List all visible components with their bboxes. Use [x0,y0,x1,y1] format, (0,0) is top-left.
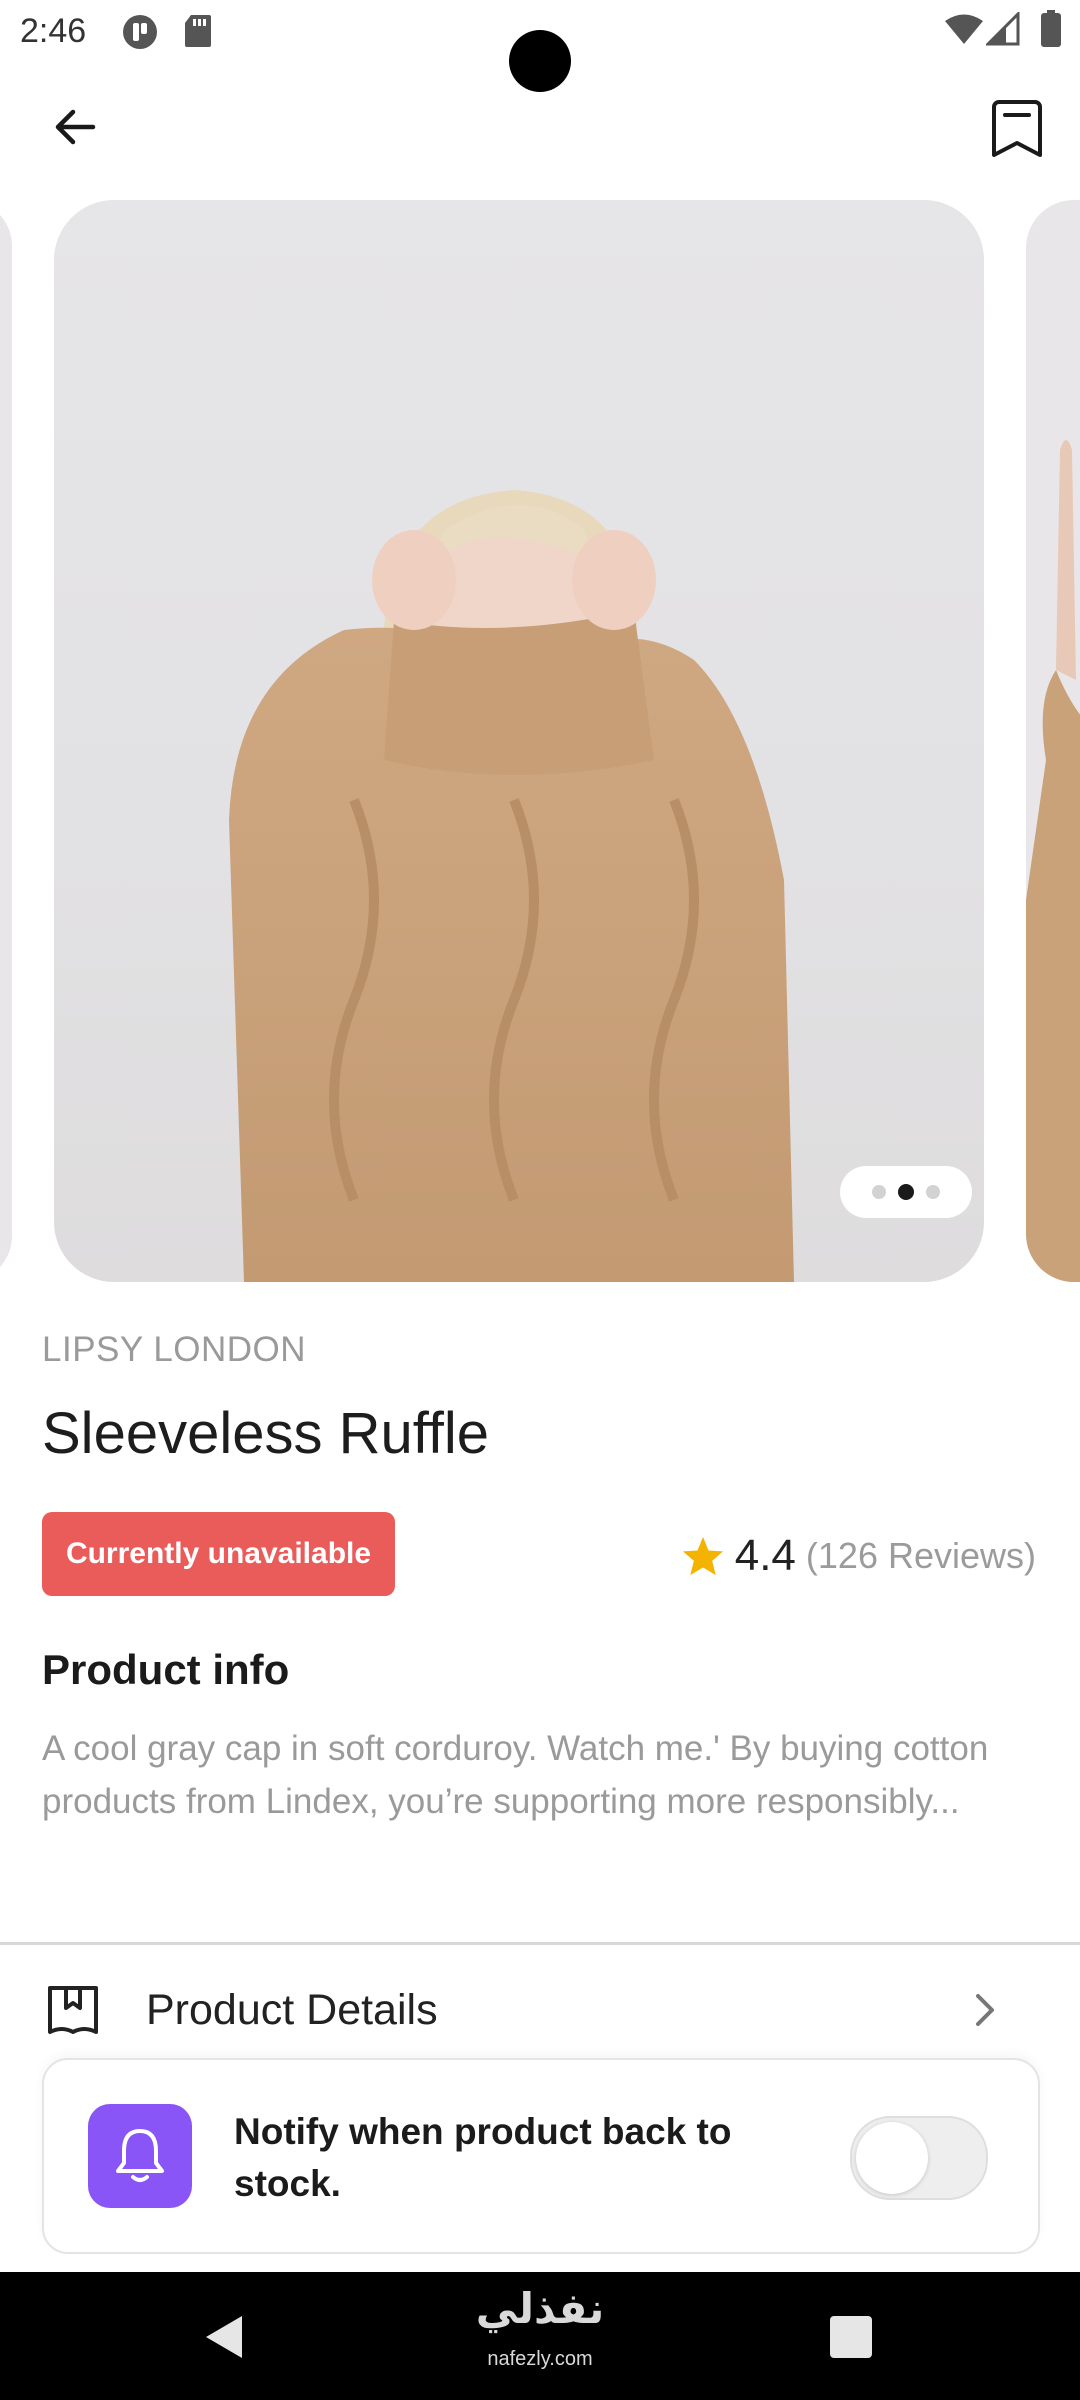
brand-name: LIPSY LONDON [42,1330,307,1369]
main-product-image[interactable] [54,200,984,1282]
carousel-indicator[interactable] [840,1166,972,1218]
system-navigation-bar: نفذلي nafezly.com [0,2272,1080,2400]
chevron-right-icon [976,1994,994,2026]
product-title: Sleeveless Ruffle [42,1401,490,1466]
previous-product-image[interactable] [0,200,12,1282]
carousel-dot[interactable] [926,1185,940,1199]
app-notification-icon [123,15,157,49]
wifi-icon [945,14,983,44]
status-time: 2:46 [20,12,87,50]
product-photo [229,490,794,1282]
availability-badge: Currently unavailable [42,1512,395,1596]
product-details-icon [48,1986,98,2034]
product-rating[interactable]: 4.4 (126 Reviews) [681,1528,1036,1584]
product-info-heading: Product info [42,1646,290,1693]
product-details-label: Product Details [146,1986,438,2034]
battery-icon [1041,10,1061,47]
watermark-url: nafezly.com [487,2348,593,2370]
next-product-image[interactable] [1026,200,1080,1282]
rating-value: 4.4 [734,1531,796,1580]
sd-card-icon [185,15,211,47]
divider [0,1942,1080,1945]
notify-text: Notify when product back to stock. [234,2111,732,2204]
nav-recents-icon[interactable] [830,2316,872,2358]
product-details-row[interactable]: Product Details [0,1980,1080,2040]
carousel-dot[interactable] [872,1185,886,1199]
camera-cutout [509,30,571,92]
back-button[interactable] [40,92,110,162]
bookmark-button[interactable] [980,92,1054,166]
bookmark-icon [992,100,1042,157]
watermark-logo: نفذلي [475,2284,605,2333]
bell-icon-box [88,2104,192,2208]
notify-toggle[interactable] [850,2116,988,2200]
product-image-carousel[interactable] [0,200,1080,1282]
review-count: (126 Reviews) [805,1535,1036,1576]
arrow-left-icon [55,109,96,145]
bell-icon [116,2129,164,2182]
next-image-preview [1026,440,1080,1282]
star-icon [682,1536,723,1576]
notify-card: Notify when product back to stock. [42,2058,1040,2254]
toggle-knob[interactable] [856,2122,928,2194]
signal-icon [986,12,1020,46]
nav-back-icon[interactable] [200,2312,250,2362]
product-description: A cool gray cap in soft corduroy. Watch … [42,1729,989,1821]
carousel-dot-active[interactable] [898,1184,914,1200]
